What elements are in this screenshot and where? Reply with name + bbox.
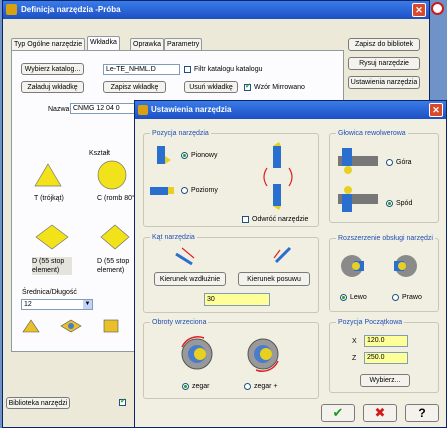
tool-settings-button[interactable]: Ustawienia narzędzia: [348, 76, 420, 89]
tool-handing-group: Rozszerzenie obsługi narzędzi Lewo Prawo: [329, 234, 439, 312]
cutting-direction-group: Kąt narzędzia Kierunek wzdłużnie Kierune…: [143, 233, 319, 313]
horizontal-label: Poziomy: [191, 187, 218, 194]
radio-turret-bottom[interactable]: [386, 200, 393, 207]
tool-handing-title: Rozszerzenie obsługi narzędzi: [336, 234, 435, 243]
right-hand-tool-icon: [394, 255, 417, 277]
bottom-checkbox[interactable]: [119, 397, 126, 406]
tool-library-button[interactable]: Biblioteka narzędzi: [6, 397, 70, 409]
shape-label-rhombus: C (romb 80°): [97, 195, 138, 202]
mirror-label: Wzór Mirrowano: [254, 84, 305, 91]
tool-position-title: Pozycja narzędzia: [150, 129, 211, 138]
left-hand-tool-icon: [341, 255, 364, 277]
tool-vertical-icon: [157, 146, 171, 164]
axial-direction-button[interactable]: Kierunek wzdłużnie: [154, 272, 226, 286]
name-label: Nazwa: [48, 106, 70, 113]
spindle-direction-group: Obroty wrzeciona zegar zegar +: [143, 318, 319, 399]
select-position-button[interactable]: Wybierz...: [360, 374, 410, 387]
radio-horizontal[interactable]: [181, 187, 188, 194]
dialog-close-icon[interactable]: ✕: [429, 103, 443, 117]
flip-tool-label: Odwróć narzędzie: [252, 216, 309, 223]
turret-group: Głowica rewolwerowa Góra Spód: [329, 129, 439, 223]
delete-insert-button[interactable]: Usuń wkładkę: [184, 81, 238, 93]
flip-tool-arrow-icon: [263, 142, 293, 210]
z-label: Z: [352, 355, 357, 362]
main-title-bar: Definicja narzędzia -Próba ✕: [3, 1, 429, 19]
close-icon[interactable]: ✕: [412, 3, 426, 17]
turret-title: Głowica rewolwerowa: [336, 129, 408, 138]
shape-rhombus-80-icon[interactable]: [96, 160, 128, 190]
main-window-title: Definicja narzędzia -Próba: [21, 5, 121, 14]
save-insert-button[interactable]: Zapisz wkładkę: [103, 81, 166, 93]
spindle-direction-title: Obroty wrzeciona: [150, 318, 209, 327]
dialog-title: Ustawienia narzędzia: [151, 105, 232, 114]
ok-button[interactable]: ✔: [321, 404, 355, 422]
right-label: Prawo: [402, 294, 422, 301]
radio-spindle-cw[interactable]: [182, 383, 189, 390]
flip-tool-checkbox[interactable]: [242, 216, 249, 223]
help-stop-icon[interactable]: [431, 2, 444, 15]
x-label: X: [352, 338, 357, 345]
shape-diamond-35-icon[interactable]: [100, 224, 130, 250]
turret-bottom-icon: [338, 186, 378, 212]
start-position-title: Pozycja Początkowa: [336, 318, 405, 327]
radio-turret-top[interactable]: [386, 159, 393, 166]
vertical-label: Pionowy: [191, 152, 218, 159]
radio-vertical[interactable]: [181, 152, 188, 159]
shape-label-triangle: T (trójkąt): [34, 195, 64, 202]
turret-bottom-label: Spód: [396, 200, 413, 207]
insert-thumb-1-icon[interactable]: [22, 318, 40, 334]
dialog-icon: [138, 105, 148, 115]
spindle-cw-icon: [181, 336, 213, 370]
shape-label-diamond: D (55 stop element): [32, 257, 72, 275]
shape-label-diamond-2: D (55 stop element): [97, 258, 130, 274]
cancel-button[interactable]: ✖: [363, 404, 397, 422]
catalog-field[interactable]: Le-TE_NHML.D: [103, 64, 180, 75]
feed-direction-icon: [273, 246, 292, 264]
turret-top-label: Góra: [396, 159, 412, 166]
radio-right[interactable]: [392, 294, 399, 301]
spindle-ccw-label: zegar +: [254, 383, 278, 390]
insert-thumb-2-icon[interactable]: [60, 318, 82, 334]
turret-top-icon: [338, 148, 378, 174]
app-icon: [6, 4, 17, 15]
start-z-field[interactable]: 250.0: [364, 352, 408, 364]
tool-settings-dialog: Ustawienia narzędzia ✕ Pozycja narzędzia…: [134, 100, 447, 428]
feed-direction-button[interactable]: Kierunek posuwu: [238, 272, 310, 286]
radio-left[interactable]: [340, 294, 347, 301]
mirror-checkbox[interactable]: [244, 82, 251, 91]
chevron-down-icon[interactable]: ▼: [83, 300, 92, 309]
angle-field[interactable]: 30: [204, 293, 270, 306]
dialog-title-bar: Ustawienia narzędzia ✕: [135, 101, 446, 119]
spindle-ccw-icon: [247, 338, 279, 372]
insert-thumb-3-icon[interactable]: [102, 318, 120, 334]
cancel-x-icon: ✖: [374, 405, 386, 420]
start-x-field[interactable]: 120.0: [364, 335, 408, 347]
filter-checkbox[interactable]: [184, 66, 191, 73]
save-to-library-button[interactable]: Zapisz do bibliotek: [348, 38, 420, 51]
name-field[interactable]: CNMG 12 04 0: [70, 103, 136, 114]
radio-spindle-ccw[interactable]: [244, 383, 251, 390]
start-position-group: Pozycja Początkowa X 120.0 Z 250.0 Wybie…: [329, 318, 439, 393]
tool-horizontal-icon: [150, 187, 174, 195]
select-catalog-button[interactable]: Wybierz katalog...: [21, 63, 84, 75]
shape-triangle-icon[interactable]: [34, 162, 62, 188]
load-insert-button[interactable]: Załaduj wkładkę: [21, 81, 84, 93]
shape-diamond-55-icon[interactable]: [35, 224, 69, 250]
axial-direction-icon: [175, 247, 195, 266]
draw-tool-button[interactable]: Rysuj narzędzie: [348, 57, 420, 70]
help-question-icon: ?: [418, 406, 426, 420]
diameter-label: Średnica/Długość: [22, 289, 77, 296]
spindle-cw-label: zegar: [192, 383, 210, 390]
help-button[interactable]: ?: [405, 404, 439, 422]
cutting-direction-title: Kąt narzędzia: [150, 233, 197, 242]
left-label: Lewo: [350, 294, 367, 301]
shape-header: Kształt: [89, 150, 111, 157]
tab-insert[interactable]: Wkładka: [87, 36, 120, 51]
ok-check-icon: ✔: [332, 405, 344, 420]
tool-position-group: Pozycja narzędzia Pionowy Poziomy Odwróć…: [143, 129, 319, 227]
filter-label: Filtr katalogu katalogu: [194, 66, 263, 73]
